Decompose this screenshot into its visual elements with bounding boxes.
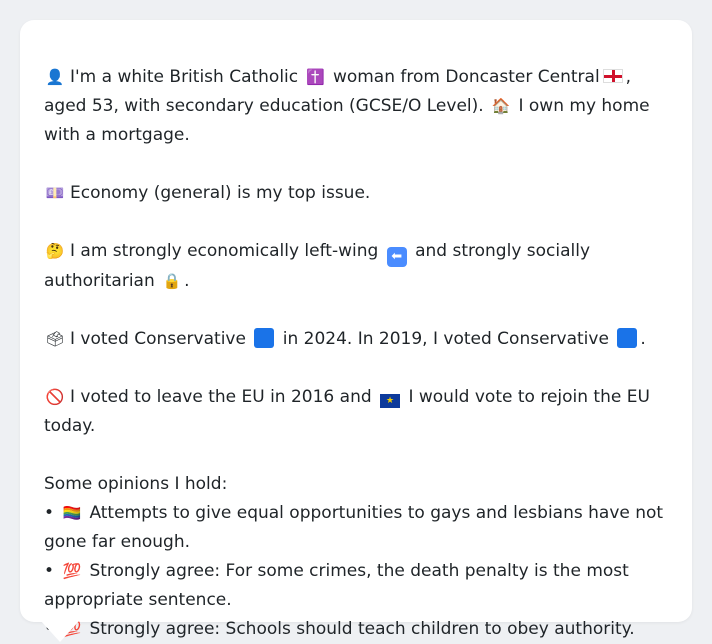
flag-eu-icon: ★	[380, 394, 401, 408]
left-arrow-icon: ⬅	[386, 247, 407, 267]
profile-card: 👤 I'm a white British Catholic ✝️ woman f…	[20, 20, 692, 639]
votes-text-c: .	[640, 329, 646, 349]
ballot-box-icon: 🗳	[45, 330, 65, 348]
eu-text-a: I voted to leave the EU in 2016 and	[70, 387, 372, 407]
speech-bubble-tail	[40, 620, 80, 642]
intro-text-b: woman from Doncaster Central	[332, 67, 600, 87]
opinion-text: Strongly agree: For some crimes, the dea…	[44, 561, 629, 610]
intro-paragraph: 👤 I'm a white British Catholic ✝️ woman f…	[44, 63, 668, 150]
thinking-face-icon: 🤔	[45, 242, 65, 260]
hundred-points-icon: 💯	[62, 562, 82, 580]
money-icon: 💷	[45, 184, 65, 202]
issue-paragraph: 💷 Economy (general) is my top issue.	[44, 179, 668, 208]
opinions-heading: Some opinions I hold:	[44, 474, 228, 494]
rainbow-flag-icon: 🏳️‍🌈	[62, 504, 82, 522]
prohibited-icon: 🚫	[45, 388, 65, 406]
opinion-text: Strongly agree: Schools should teach chi…	[89, 619, 635, 639]
opinion-text: Attempts to give equal opportunities to …	[44, 503, 664, 552]
lock-icon: 🔒	[162, 272, 182, 290]
intro-text-a: I'm a white British Catholic	[70, 67, 299, 87]
flag-england-icon	[602, 69, 623, 83]
votes-text-a: I voted Conservative	[70, 329, 246, 349]
person-icon: 👤	[45, 68, 65, 86]
blue-square-icon	[617, 328, 638, 348]
house-icon: 🏠	[491, 97, 511, 115]
ideology-paragraph: 🤔 I am strongly economically left-wing ⬅ …	[44, 237, 668, 296]
blue-square-icon	[254, 328, 275, 348]
votes-text-b: in 2024. In 2019, I voted Conservative	[282, 329, 609, 349]
eu-paragraph: 🚫 I voted to leave the EU in 2016 and ★ I…	[44, 383, 668, 441]
opinion-item: • 💯 Strongly agree: Schools should teach …	[44, 615, 668, 644]
opinion-item: • 💯 Strongly agree: For some crimes, the …	[44, 557, 668, 615]
latin-cross-icon: ✝️	[306, 68, 325, 86]
ideology-text-a: I am strongly economically left-wing	[70, 241, 379, 261]
opinion-item: • 🏳️‍🌈 Attempts to give equal opportuniti…	[44, 499, 668, 557]
votes-paragraph: 🗳 I voted Conservative in 2024. In 2019, …	[44, 325, 668, 354]
ideology-text-c: .	[184, 271, 190, 291]
issue-text: Economy (general) is my top issue.	[70, 183, 371, 203]
